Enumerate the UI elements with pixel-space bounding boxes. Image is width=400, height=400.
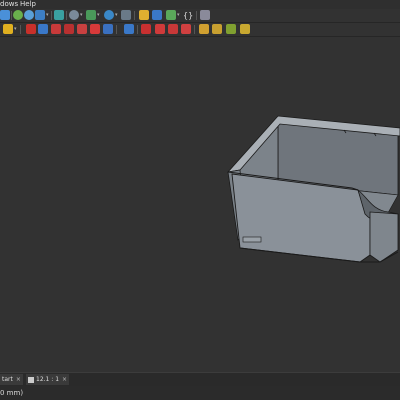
- boolean-icon[interactable]: [26, 24, 36, 34]
- tab-start-label: tart: [2, 376, 13, 383]
- box-selection-icon[interactable]: [54, 10, 64, 20]
- link-icon[interactable]: [166, 10, 176, 20]
- home-view-icon[interactable]: [86, 10, 96, 20]
- tab-document[interactable]: 12.1 : 1 ×: [26, 374, 70, 385]
- braces-icon[interactable]: {}: [183, 9, 193, 22]
- draw-style-icon[interactable]: [69, 10, 79, 20]
- toolbar-separator: [66, 11, 67, 20]
- tab-document-label: 12.1 : 1: [36, 376, 60, 383]
- measure-angular-icon[interactable]: [212, 24, 222, 34]
- measure-linear-icon[interactable]: [199, 24, 209, 34]
- zoom-in-icon[interactable]: [13, 10, 23, 20]
- chamfer-icon[interactable]: [155, 24, 165, 34]
- common-icon[interactable]: [64, 24, 74, 34]
- toolbar-separator: [20, 25, 21, 34]
- fit-all-icon[interactable]: [35, 10, 45, 20]
- chevron-down-icon[interactable]: ▾: [177, 11, 180, 20]
- status-text: 0 mm): [0, 389, 24, 397]
- revolve-icon[interactable]: [90, 24, 100, 34]
- toolbar-part: ▾: [0, 23, 400, 37]
- stereo-icon[interactable]: [121, 10, 131, 20]
- menu-windows[interactable]: dows: [0, 0, 18, 9]
- chevron-down-icon[interactable]: ▾: [80, 11, 83, 20]
- group-icon[interactable]: [152, 10, 162, 20]
- part-icon[interactable]: [139, 10, 149, 20]
- 3d-viewport[interactable]: [0, 37, 400, 372]
- toolbar-separator: [11, 11, 12, 20]
- mirror-icon[interactable]: [103, 24, 113, 34]
- std-view-icon[interactable]: [0, 10, 10, 20]
- document-icon: [28, 376, 34, 383]
- thickness-icon[interactable]: [168, 24, 178, 34]
- toolbar-view: ▾ ▾ ▾ ▾ ▾ {}: [0, 9, 400, 23]
- close-icon[interactable]: ×: [62, 376, 67, 383]
- tab-start[interactable]: tart ×: [0, 374, 23, 385]
- toolbar-separator: [116, 25, 117, 34]
- model-bin: [226, 115, 400, 263]
- measure-clear-icon[interactable]: [240, 24, 250, 34]
- section-icon[interactable]: [124, 24, 134, 34]
- toolbar-separator: [196, 11, 197, 20]
- pointer-icon[interactable]: [200, 10, 210, 20]
- chevron-down-icon[interactable]: ▾: [14, 25, 17, 34]
- measure-icon[interactable]: [104, 10, 114, 20]
- cube-icon[interactable]: [3, 24, 13, 34]
- chevron-down-icon[interactable]: ▾: [115, 11, 118, 20]
- status-bar: 0 mm): [0, 386, 400, 400]
- measure-refresh-icon[interactable]: [226, 24, 236, 34]
- extrude-icon[interactable]: [77, 24, 87, 34]
- toolbar-separator: [134, 11, 135, 20]
- bin-foot-tab: [242, 236, 262, 243]
- offset-icon[interactable]: [181, 24, 191, 34]
- fuse-icon[interactable]: [51, 24, 61, 34]
- chevron-down-icon[interactable]: ▾: [97, 11, 100, 20]
- close-icon[interactable]: ×: [16, 376, 21, 383]
- menu-help[interactable]: Help: [20, 0, 36, 9]
- document-tab-bar: tart × 12.1 : 1 ×: [0, 372, 400, 386]
- fillet-icon[interactable]: [141, 24, 151, 34]
- cut-icon[interactable]: [38, 24, 48, 34]
- chevron-down-icon[interactable]: ▾: [46, 11, 49, 20]
- toolbar-separator: [137, 25, 138, 34]
- zoom-out-icon[interactable]: [24, 10, 34, 20]
- toolbar-separator: [194, 25, 195, 34]
- toolbar-separator: [51, 11, 52, 20]
- menu-bar: dows Help: [0, 0, 400, 9]
